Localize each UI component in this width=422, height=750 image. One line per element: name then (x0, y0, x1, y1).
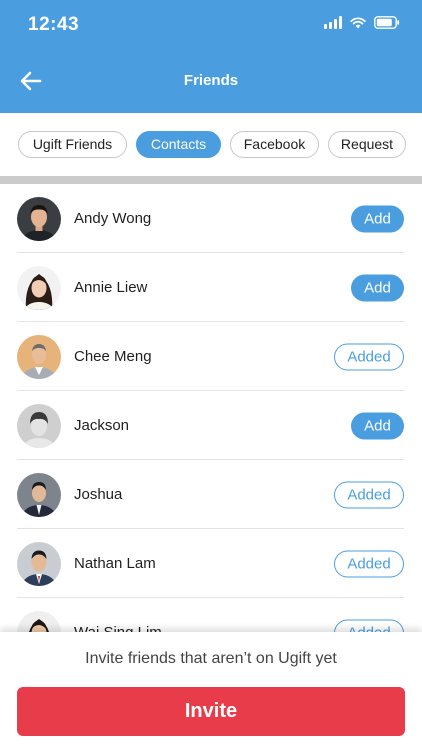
list-item[interactable]: Jackson Add (0, 391, 422, 460)
contact-list[interactable]: Andy Wong Add Annie Liew Add Chee Meng A… (0, 184, 422, 632)
status-icons (324, 16, 400, 29)
contact-name: Nathan Lam (74, 555, 156, 572)
add-button[interactable]: Add (351, 205, 404, 232)
add-button[interactable]: Add (351, 412, 404, 439)
tab-bar: Ugift Friends Contacts Facebook Request (0, 113, 422, 175)
avatar (17, 472, 61, 517)
wifi-icon (350, 16, 366, 29)
invite-button[interactable]: Invite (17, 687, 405, 736)
tab-ugift-friends[interactable]: Ugift Friends (18, 130, 127, 158)
nav-bar: Friends (0, 58, 422, 104)
tab-facebook[interactable]: Facebook (230, 130, 319, 158)
list-item[interactable]: Wai Sing Lim Added (0, 598, 422, 632)
avatar (17, 196, 61, 241)
contact-name: Andy Wong (74, 210, 152, 227)
status-bar: 12:43 (0, 0, 422, 50)
added-button[interactable]: Added (334, 619, 404, 632)
invite-footer: Invite friends that aren’t on Ugift yet … (0, 632, 422, 750)
header: 12:43 Friends (0, 0, 422, 113)
avatar (17, 541, 61, 586)
contact-name: Joshua (74, 486, 123, 503)
page-title: Friends (183, 72, 239, 89)
avatar (17, 265, 61, 310)
section-divider (0, 176, 422, 184)
add-button[interactable]: Add (351, 274, 404, 301)
status-time: 12:43 (28, 14, 80, 35)
tab-contacts[interactable]: Contacts (136, 130, 221, 158)
contact-name: Wai Sing Lim (74, 624, 162, 632)
tab-request[interactable]: Request (328, 130, 406, 158)
signal-icon (324, 16, 342, 29)
list-item[interactable]: Joshua Added (0, 460, 422, 529)
contact-name: Annie Liew (74, 279, 148, 296)
list-item[interactable]: Chee Meng Added (0, 322, 422, 391)
added-button[interactable]: Added (334, 550, 404, 577)
added-button[interactable]: Added (334, 481, 404, 508)
list-item[interactable]: Annie Liew Add (0, 253, 422, 322)
battery-icon (374, 16, 400, 29)
avatar (17, 403, 61, 448)
list-item[interactable]: Nathan Lam Added (0, 529, 422, 598)
invite-description: Invite friends that aren’t on Ugift yet (85, 650, 337, 667)
avatar (17, 334, 61, 379)
avatar (17, 610, 61, 632)
contact-name: Jackson (74, 417, 130, 434)
added-button[interactable]: Added (334, 343, 404, 370)
contact-name: Chee Meng (74, 348, 152, 365)
list-item[interactable]: Andy Wong Add (0, 184, 422, 253)
